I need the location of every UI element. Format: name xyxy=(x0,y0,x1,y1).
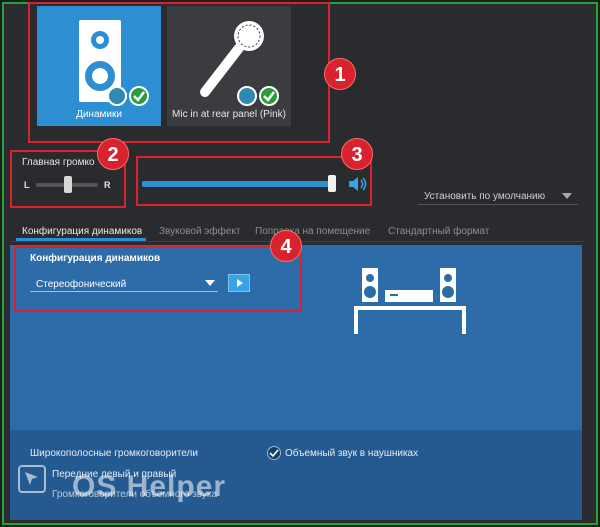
tab-sound-effect[interactable]: Звуковой эффект xyxy=(159,226,241,237)
headphones-surround-checkbox[interactable] xyxy=(267,446,281,460)
callout-box-3 xyxy=(136,156,372,206)
tab-speaker-config[interactable]: Конфигурация динамиков xyxy=(22,226,142,237)
watermark: OS Helper xyxy=(72,470,227,503)
cursor-logo-icon xyxy=(18,465,46,493)
active-tab-indicator xyxy=(16,238,146,241)
callout-number-4: 4 xyxy=(270,230,302,262)
callout-box-4 xyxy=(14,246,302,312)
callout-box-1 xyxy=(28,2,330,143)
callout-number-3: 3 xyxy=(341,138,373,170)
callout-number-1: 1 xyxy=(324,58,356,90)
chevron-down-icon[interactable] xyxy=(562,193,572,199)
set-default-label: Установить по умолчанию xyxy=(424,191,546,202)
stereo-setup-illustration xyxy=(354,268,466,334)
callout-number-2: 2 xyxy=(97,138,129,170)
tab-default-format[interactable]: Стандартный формат xyxy=(388,226,489,237)
wideband-speakers-label: Широкополосные громкоговорители xyxy=(30,448,198,459)
headphones-surround-label: Объемный звук в наушниках xyxy=(285,448,419,459)
